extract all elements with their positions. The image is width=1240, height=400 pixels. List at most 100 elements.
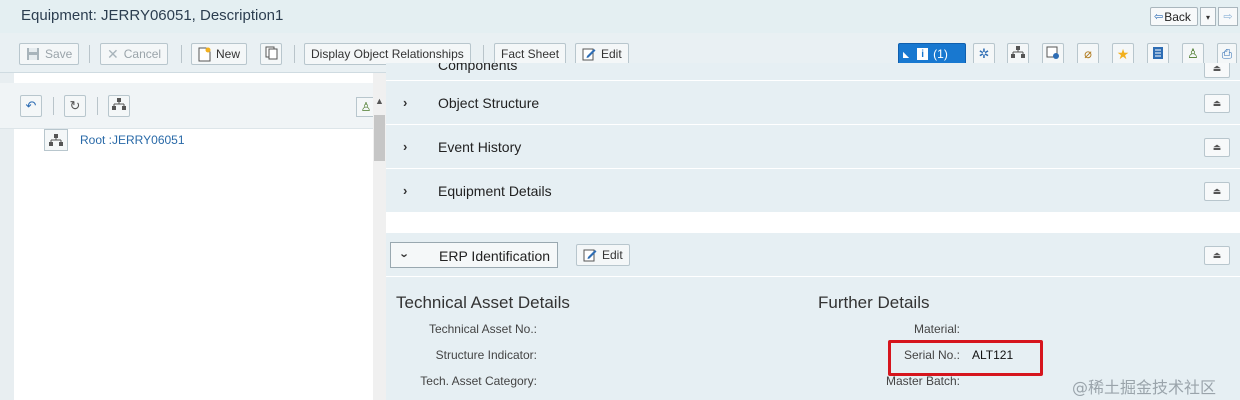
favorites-button[interactable]: ★	[1112, 43, 1134, 65]
messages-count: (1)	[933, 47, 948, 61]
further-details-title: Further Details	[818, 293, 930, 312]
master-batch-label: Master Batch:	[885, 374, 960, 388]
settings-button[interactable]: ✲	[973, 43, 995, 65]
tree-root-node[interactable]: Root :JERRY06051	[44, 129, 185, 151]
section-event-history[interactable]: › Event History ⏏	[386, 125, 1240, 169]
new-document-icon	[198, 47, 211, 62]
close-icon: ✕	[107, 45, 119, 62]
tree-root-label[interactable]: Root :JERRY06051	[80, 133, 185, 147]
user-icon: ♙	[360, 100, 372, 114]
collapse-button[interactable]: ⏏	[1204, 138, 1230, 157]
section-equipment-details[interactable]: › Equipment Details ⏏	[386, 169, 1240, 213]
forward-arrow-icon: ⇨	[1223, 11, 1233, 23]
hierarchy-icon	[112, 98, 126, 114]
watermark: @稀土掘金技术社区	[1072, 378, 1217, 397]
page-title: Equipment: JERRY06051, Description1	[21, 7, 284, 24]
fact-sheet-button[interactable]: Fact Sheet	[494, 43, 567, 65]
object-tree-panel: ↶ ↻ ♙ Root :JERRY06051 ▲	[0, 73, 386, 400]
messages-button[interactable]: ◣ i (1)	[898, 43, 966, 65]
collapse-icon: ⏏	[1212, 250, 1222, 260]
hierarchy-icon	[1011, 46, 1025, 62]
paperclip-icon: ⌀	[1084, 46, 1092, 61]
collapse-button[interactable]: ⏏	[1204, 63, 1230, 78]
collapse-icon: ⏏	[1212, 186, 1222, 196]
edit-button-label: Edit	[602, 248, 623, 262]
section-components[interactable]: Components ⏏	[386, 63, 1240, 81]
save-button[interactable]: Save	[19, 43, 80, 65]
tree-hierarchy-button[interactable]	[108, 95, 130, 117]
erp-edit-button[interactable]: Edit	[576, 244, 630, 266]
undo-icon: ↶	[25, 98, 37, 113]
new-button-label: New	[216, 47, 241, 61]
section-erp-identification: › ERP Identification Edit ⏏	[386, 233, 1240, 277]
cancel-button-label: Cancel	[123, 47, 162, 61]
collapse-icon: ⏏	[1212, 63, 1222, 73]
scrollbar-thumb[interactable]	[374, 115, 385, 161]
gear-icon: ✲	[978, 46, 990, 61]
highlight-box	[888, 340, 1043, 376]
collapse-icon: ⏏	[1212, 98, 1222, 108]
section-label: ERP Identification	[439, 248, 551, 264]
cancel-button[interactable]: ✕ Cancel	[100, 43, 169, 65]
section-label: Equipment Details	[438, 183, 552, 199]
back-button[interactable]: ⇦ Back	[1150, 7, 1198, 26]
chevron-down-icon: ›	[397, 253, 413, 258]
chevron-up-icon[interactable]: ▲	[373, 95, 386, 107]
corner-marker-icon: ◣	[903, 49, 910, 59]
attachment-button[interactable]: ⌀	[1077, 43, 1099, 65]
new-button[interactable]: New	[191, 43, 248, 65]
collapse-button[interactable]: ⏏	[1204, 94, 1230, 113]
refresh-icon: ↻	[69, 98, 81, 113]
detail-panel: Components ⏏ › Object Structure ⏏ › Even…	[386, 63, 1240, 400]
section-object-structure[interactable]: › Object Structure ⏏	[386, 81, 1240, 125]
notes-icon	[1152, 46, 1164, 63]
undo-button[interactable]: ↶	[20, 95, 42, 117]
forward-button[interactable]: ⇨	[1218, 7, 1238, 26]
title-bar: Equipment: JERRY06051, Description1 ⇦ Ba…	[0, 0, 1240, 33]
toolbar-separator	[89, 45, 90, 63]
copy-button[interactable]	[260, 43, 282, 65]
structure-indicator-label: Structure Indicator:	[435, 348, 537, 362]
section-label: Components	[438, 63, 518, 73]
display-object-relationships-button[interactable]: Display Object Relationships	[304, 43, 471, 65]
technical-asset-details-title: Technical Asset Details	[396, 293, 570, 312]
edit-button[interactable]: Edit	[575, 43, 629, 65]
hierarchy-button[interactable]	[1007, 43, 1029, 65]
collapse-icon: ⏏	[1212, 142, 1222, 152]
fact-sheet-label: Fact Sheet	[501, 47, 560, 61]
edit-icon	[582, 47, 596, 61]
erp-identification-toggle[interactable]: › ERP Identification	[390, 242, 558, 268]
collapse-button[interactable]: ⏏	[1204, 182, 1230, 201]
collapse-button[interactable]: ⏏	[1204, 246, 1230, 265]
save-button-label: Save	[45, 47, 73, 61]
toolbar-separator	[181, 45, 182, 63]
back-arrow-icon: ⇦	[1154, 11, 1164, 23]
chevron-right-icon[interactable]: ›	[403, 95, 407, 110]
add-object-icon	[1046, 46, 1060, 63]
copy-icon	[265, 46, 278, 63]
back-dropdown-button[interactable]: ▾	[1200, 7, 1216, 26]
add-object-button[interactable]	[1042, 43, 1064, 65]
toolbar-separator	[97, 97, 98, 115]
edit-button-label: Edit	[601, 47, 622, 61]
print-button[interactable]: ⎙	[1217, 43, 1237, 65]
printer-icon: ⎙	[1221, 46, 1233, 61]
tech-asset-category-label: Tech. Asset Category:	[420, 374, 537, 388]
section-label: Event History	[438, 139, 522, 155]
toolbar-separator	[483, 45, 484, 63]
section-label: Object Structure	[438, 95, 540, 111]
edit-icon	[583, 248, 597, 262]
tree-toolbar: ↶ ↻	[0, 83, 374, 129]
material-label: Material:	[913, 322, 960, 336]
toolbar-separator	[53, 97, 54, 115]
chevron-right-icon[interactable]: ›	[403, 139, 407, 154]
user-icon: ♙	[1187, 46, 1199, 61]
toolbar-separator	[294, 45, 295, 63]
info-icon: i	[917, 48, 929, 60]
user-settings-button[interactable]: ♙	[1182, 43, 1204, 65]
save-icon	[26, 47, 40, 61]
notes-button[interactable]	[1147, 43, 1169, 65]
refresh-button[interactable]: ↻	[64, 95, 86, 117]
technical-asset-no-label: Technical Asset No.:	[428, 322, 537, 336]
chevron-right-icon[interactable]: ›	[403, 183, 407, 198]
